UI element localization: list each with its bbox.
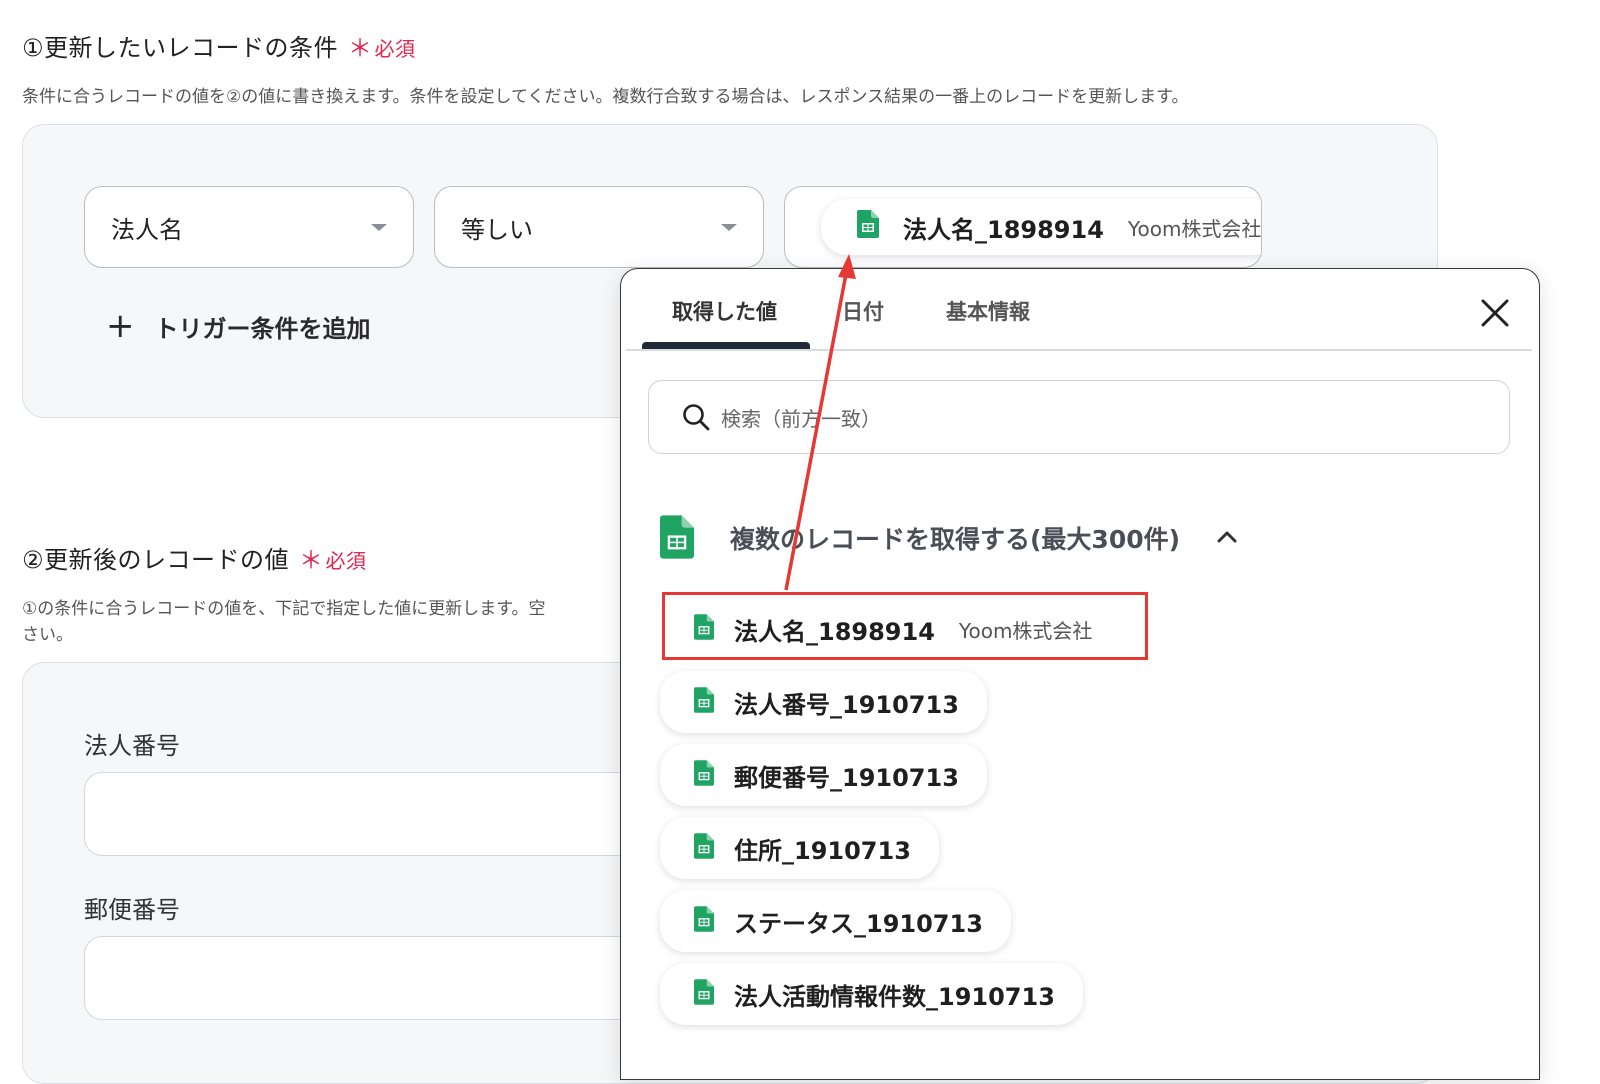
- condition-operator-select[interactable]: 等しい: [434, 186, 764, 268]
- required-label: 必須: [325, 549, 367, 573]
- search-icon: [681, 402, 711, 432]
- value-chip-name: 法人名_1898914: [903, 215, 1104, 244]
- add-condition-button[interactable]: + トリガー条件を追加: [106, 306, 371, 346]
- chevron-down-icon: [371, 223, 387, 231]
- section1-description: 条件に合うレコードの値を②の値に書き換えます。条件を設定してください。複数行合致…: [22, 87, 1189, 107]
- required-label: 必須: [374, 37, 416, 61]
- tab-basic-info[interactable]: 基本情報: [946, 296, 1030, 326]
- spreadsheet-icon: [694, 760, 714, 790]
- list-item[interactable]: 住所_1910713: [660, 817, 939, 879]
- value-chip[interactable]: 法人名_1898914 Yoom株式会社: [821, 199, 1262, 255]
- plus-icon: +: [106, 306, 135, 346]
- list-item[interactable]: ステータス_1910713: [660, 890, 1011, 952]
- spreadsheet-icon: [857, 210, 879, 244]
- close-icon[interactable]: [1478, 296, 1512, 334]
- list-item-name: 法人番号_1910713: [734, 690, 959, 719]
- condition-field-select[interactable]: 法人名: [84, 186, 414, 268]
- condition-field-value: 法人名: [111, 215, 183, 244]
- spreadsheet-icon: [694, 906, 714, 936]
- required-star: ＊: [299, 546, 324, 574]
- list-item-name: 郵便番号_1910713: [734, 763, 959, 792]
- section1-title-text: ①更新したいレコードの条件: [22, 34, 339, 62]
- section2-title-text: ②更新後のレコードの値: [22, 546, 290, 574]
- tab-acquired-values[interactable]: 取得した値: [672, 296, 777, 326]
- list-item-name: 住所_1910713: [734, 836, 911, 865]
- section1-title: ①更新したいレコードの条件 ＊必須: [22, 28, 416, 63]
- section2-description-line1: ①の条件に合うレコードの値を、下記で指定した値に更新します。空: [22, 599, 546, 619]
- spreadsheet-icon: [694, 687, 714, 717]
- field-label-houjin-bangou: 法人番号: [84, 732, 180, 760]
- list-item[interactable]: 法人活動情報件数_1910713: [660, 963, 1083, 1025]
- required-star: ＊: [348, 34, 373, 62]
- field-label-yuubin-bangou: 郵便番号: [84, 896, 180, 924]
- tabs-divider: [626, 349, 1532, 351]
- spreadsheet-icon: [660, 514, 694, 564]
- list-item-name: 法人活動情報件数_1910713: [734, 982, 1055, 1011]
- list-item-name: ステータス_1910713: [734, 909, 983, 938]
- chevron-up-icon[interactable]: [1216, 528, 1238, 548]
- spreadsheet-icon: [694, 833, 714, 863]
- value-chip-value: Yoom株式会社: [1127, 216, 1262, 241]
- add-condition-label: トリガー条件を追加: [154, 314, 371, 343]
- section2-title: ②更新後のレコードの値 ＊必須: [22, 540, 367, 575]
- highlight-box: [662, 592, 1148, 660]
- annotation-arrow: [784, 254, 856, 591]
- condition-operator-value: 等しい: [461, 215, 533, 244]
- section2-description-line2: さい。: [22, 625, 73, 645]
- list-item[interactable]: 法人番号_1910713: [660, 671, 987, 733]
- spreadsheet-icon: [694, 979, 714, 1009]
- chevron-down-icon: [721, 223, 737, 231]
- list-item[interactable]: 郵便番号_1910713: [660, 744, 987, 806]
